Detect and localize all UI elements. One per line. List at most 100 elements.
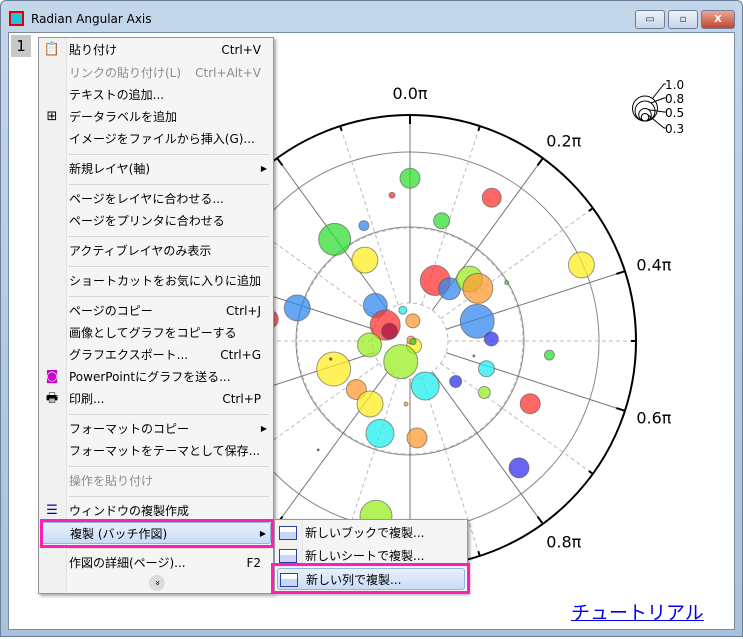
angle-tick-label: 0.6π [636,409,671,428]
size-legend-leader [646,113,666,129]
menu-item-label: ウィンドウの複製作成 [69,504,190,518]
menu-item-label: 画像としてグラフをコピーする [69,326,237,340]
menu-item-label: 作図の詳細(ページ)... [69,556,186,570]
menu-item[interactable]: 操作を貼り付け [41,470,271,492]
bubble [481,187,502,208]
menu-item[interactable]: ページをプリンタに合わせる [41,210,271,232]
menu-item-shortcut: Ctrl+Alt+V [195,66,261,80]
bubble [519,393,541,415]
printer-icon: 🖶 [45,391,59,406]
angle-tick-label: 0.2π [546,131,581,150]
menu-separator [69,266,269,267]
menu-item[interactable]: 🖶 印刷... Ctrl+P [41,388,271,410]
submenu-item-label: 新しいブックで複製... [305,526,425,540]
bubble [483,331,499,347]
bubble [449,374,463,388]
bubble [477,360,495,378]
angular-tick [536,157,544,167]
powerpoint-icon: ◙ [45,369,59,384]
bubble [462,272,494,304]
bubble [410,371,440,401]
size-legend-label: 0.8 [665,92,684,106]
menu-item[interactable]: 画像としてグラフをコピーする [41,322,271,344]
submenu-item[interactable]: 新しいブックで複製... [277,522,465,544]
menu-item-shortcut: Ctrl+G [220,348,261,362]
new-sheet-icon [279,549,297,563]
menu-item-label: PowerPointにグラフを送る... [69,370,231,384]
bubble [381,322,399,340]
paste-icon: 📋 [43,42,61,57]
layer-1-tab[interactable]: 1 [11,35,31,57]
angle-tick-label: 0.8π [546,533,581,552]
menu-item-shortcut: Ctrl+V [221,43,261,57]
menu-item[interactable]: ◙ PowerPointにグラフを送る... [41,366,271,388]
menu-item-label: ページをプリンタに合わせる [69,214,225,228]
menu-item-label: アクティブレイヤのみ表示 [69,244,212,258]
bubble [283,294,311,322]
expand-menu-chevron-icon[interactable]: » [149,575,165,591]
menu-item[interactable]: ページのコピー Ctrl+J [41,300,271,322]
size-legend-circle [638,108,652,122]
new-book-icon [279,526,297,540]
size-legend-leader [652,83,666,99]
menu-item-label: 印刷... [69,392,105,406]
submenu-item-label: 新しいシートで複製... [305,549,425,563]
data-label-icon: ⊞ [46,109,58,124]
menu-item-label: テキストの追加... [69,88,165,102]
context-menu: 📋 貼り付け Ctrl+V リンクの貼り付け(L) Ctrl+Alt+V テキストの追加.… [38,37,274,594]
menu-item-label: フォーマットのコピー [69,422,190,436]
menu-item-shortcut: Ctrl+P [222,392,261,406]
menu-item[interactable]: フォーマットをテーマとして保存... [41,440,271,462]
size-legend-label: 0.5 [665,106,684,120]
bubble [328,357,333,361]
menu-item-shortcut: Ctrl+J [226,304,261,318]
menu-item-label: 貼り付け [69,43,118,57]
menu-item-label: ショートカットをお気に入りに追加 [69,274,262,288]
menu-item-label: リンクの貼り付け(L) [69,66,182,80]
submenu-arrow-icon: ▶ [260,424,267,433]
menu-item[interactable]: ⊞ データラベルを追加 [41,106,271,128]
menu-item[interactable]: 作図の詳細(ページ)... F2 [41,552,271,574]
bubble [477,386,491,400]
bubble [356,390,384,418]
submenu-arrow-icon: ▶ [260,164,267,173]
highlight-box-duplicate-batch [40,519,274,548]
menu-item[interactable]: 📋 貼り付け Ctrl+V [41,39,271,61]
menu-separator [69,496,269,497]
bubble [383,344,419,380]
bubble [318,222,352,256]
bubble [403,401,409,407]
bubble [405,313,421,329]
angle-tick-label: 0.0π [392,84,427,103]
angle-tick-label: 0.4π [636,255,671,274]
angular-tick [276,157,284,167]
menu-item-label: 新規レイヤ(軸) [69,162,151,176]
bubble [504,280,510,286]
menu-separator [69,236,269,237]
bubble [398,305,408,315]
menu-item[interactable]: イメージをファイルから挿入(G)... [41,128,271,150]
menu-separator [69,296,269,297]
bubble [357,332,383,358]
duplicate-window-icon: ☰ [46,503,58,518]
menu-item[interactable]: ショートカットをお気に入りに追加 [41,270,271,292]
menu-item[interactable]: テキストの追加... [41,84,271,106]
tutorial-link[interactable]: チュートリアル [571,598,704,625]
menu-item[interactable]: リンクの貼り付け(L) Ctrl+Alt+V [41,62,271,84]
menu-item-label: フォーマットをテーマとして保存... [69,444,261,458]
bubble [316,448,320,452]
bubble [433,212,451,230]
menu-item[interactable]: 新規レイヤ(軸) ▶ [41,158,271,180]
menu-item-label: ページのコピー [69,304,153,318]
bubble [472,354,476,358]
menu-item-label: グラフエクスポート... [69,348,189,362]
menu-item[interactable]: グラフエクスポート... Ctrl+G [41,344,271,366]
menu-separator [69,466,269,467]
menu-item-label: データラベルを追加 [69,110,178,124]
menu-item[interactable]: ページをレイヤに合わせる... [41,188,271,210]
menu-item[interactable]: アクティブレイヤのみ表示 [41,240,271,262]
menu-item[interactable]: フォーマットのコピー ▶ [41,418,271,440]
highlight-box-new-column [271,563,470,594]
menu-item-shortcut: F2 [246,556,261,570]
menu-separator [69,414,269,415]
